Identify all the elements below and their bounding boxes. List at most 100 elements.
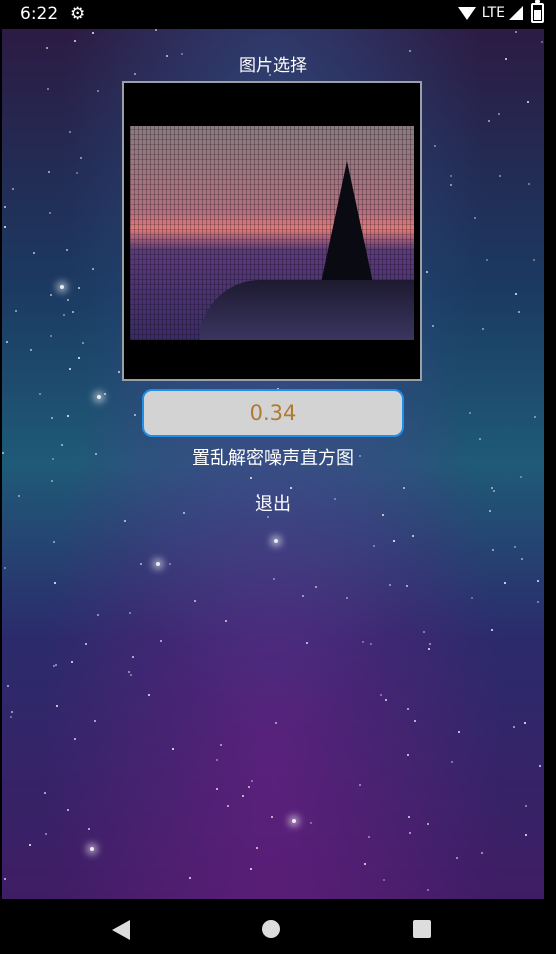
status-icons: LTE: [457, 0, 544, 23]
star: [66, 809, 69, 812]
image-select-title[interactable]: 图片选择: [2, 51, 544, 76]
star: [473, 217, 476, 220]
star: [147, 694, 150, 697]
star: [427, 823, 430, 826]
star: [458, 730, 461, 733]
star: [266, 515, 269, 518]
star: [432, 325, 435, 328]
star: [3, 226, 6, 229]
star: [364, 862, 367, 865]
star: [127, 671, 130, 674]
preview-photo: [130, 126, 414, 340]
star: [250, 780, 253, 783]
star: [471, 597, 474, 600]
star: [159, 640, 162, 643]
star: [129, 673, 132, 676]
star: [536, 600, 539, 603]
star: [520, 475, 523, 478]
star: [70, 661, 73, 664]
star: [514, 546, 517, 548]
star: [47, 170, 50, 173]
star: [155, 29, 158, 32]
star: [407, 753, 410, 756]
star: [372, 545, 375, 548]
star: [392, 539, 395, 542]
shore-shape: [200, 280, 414, 340]
star: [189, 877, 192, 880]
star: [427, 889, 430, 892]
star: [124, 519, 127, 522]
star: [46, 88, 49, 91]
recents-icon[interactable]: [413, 920, 431, 938]
star: [479, 437, 482, 440]
star: [514, 292, 517, 295]
star: [521, 557, 524, 560]
wifi-icon: [457, 6, 476, 20]
star: [193, 600, 196, 603]
bright-star: [156, 562, 160, 566]
home-icon[interactable]: [262, 920, 280, 938]
star: [504, 582, 507, 585]
bright-star: [292, 819, 296, 823]
star: [227, 805, 230, 808]
star: [491, 628, 494, 631]
star: [97, 90, 100, 93]
exit-button[interactable]: 退出: [2, 490, 544, 516]
status-bar: 6:22 ⚙ LTE: [0, 0, 556, 29]
scramble-decrypt-noise-histogram-button[interactable]: 置乱解密噪声直方图: [2, 444, 544, 470]
star: [3, 205, 6, 208]
star: [367, 835, 370, 838]
star: [11, 711, 14, 714]
star: [128, 612, 131, 615]
star: [345, 597, 348, 600]
star: [370, 642, 373, 645]
star: [488, 120, 491, 122]
star: [407, 708, 410, 711]
star: [248, 786, 251, 789]
star: [92, 31, 95, 34]
star: [539, 765, 542, 768]
star: [29, 844, 32, 847]
star: [54, 664, 57, 667]
star: [274, 722, 277, 725]
star: [139, 563, 142, 566]
star: [55, 705, 58, 708]
star: [533, 258, 536, 261]
star: [383, 878, 386, 881]
star: [358, 783, 361, 786]
star: [85, 642, 88, 645]
bright-star: [60, 285, 64, 289]
star: [524, 833, 527, 836]
image-preview[interactable]: [122, 81, 422, 381]
star: [409, 831, 412, 834]
star: [131, 656, 134, 659]
star: [485, 258, 488, 261]
star: [66, 298, 69, 301]
star: [78, 356, 81, 359]
star: [250, 477, 253, 480]
star: [133, 413, 136, 416]
star: [380, 693, 383, 696]
signal-icon: [509, 6, 523, 20]
star: [455, 856, 458, 859]
network-type: LTE: [481, 5, 505, 21]
star: [403, 486, 406, 489]
star: [536, 580, 539, 583]
star: [411, 534, 414, 537]
star: [49, 293, 52, 296]
star: [433, 145, 436, 148]
star: [51, 417, 54, 420]
navigation-bar: [0, 899, 556, 954]
star: [384, 699, 387, 702]
star: [498, 112, 501, 115]
star: [88, 827, 91, 830]
star: [92, 268, 95, 271]
star: [219, 743, 222, 746]
back-icon[interactable]: [112, 920, 130, 940]
star: [272, 578, 275, 581]
app-screen: 图片选择 0.34 置乱解密噪声直方图 退出: [2, 29, 544, 899]
star: [10, 716, 13, 719]
star: [450, 760, 453, 763]
value-field[interactable]: 0.34: [142, 389, 404, 437]
star: [15, 309, 17, 312]
